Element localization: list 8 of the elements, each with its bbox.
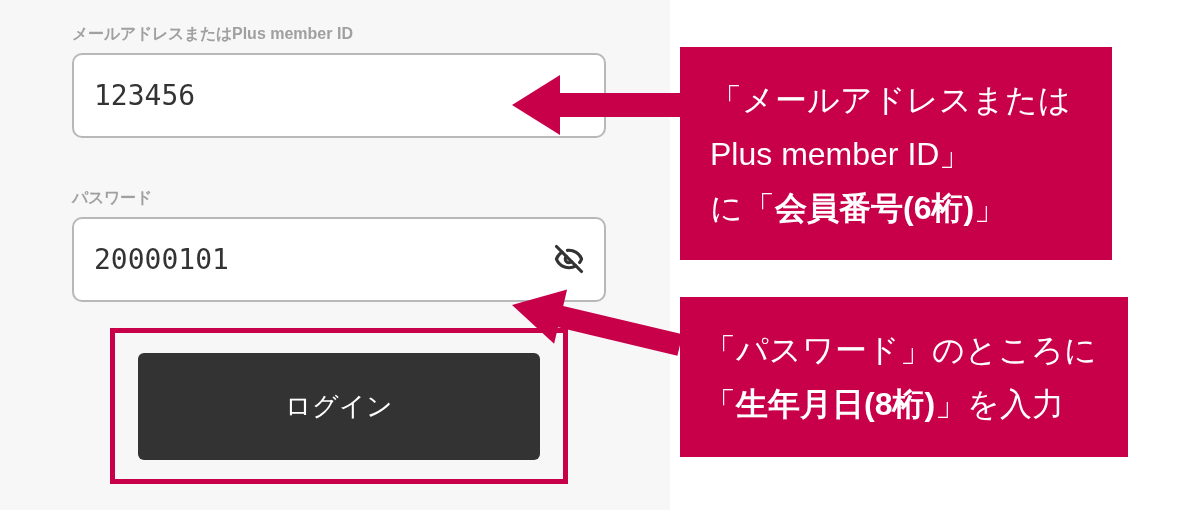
login-button[interactable]: ログイン xyxy=(138,352,540,460)
field-label: メールアドレスまたはPlus member ID xyxy=(72,24,354,44)
callout-text: 「メールアドレスまたは Plus member ID」 に「会員番号(6桁)」 xyxy=(710,80,1071,228)
callout-text: 「パスワード」のところに 「生年月日(8桁)」を入力 xyxy=(704,331,1097,424)
password-field[interactable]: 20000101 xyxy=(72,217,606,302)
input-field[interactable]: 123456 xyxy=(72,53,606,138)
field-label: パスワード xyxy=(72,188,153,208)
eye-off-icon[interactable] xyxy=(554,244,584,274)
